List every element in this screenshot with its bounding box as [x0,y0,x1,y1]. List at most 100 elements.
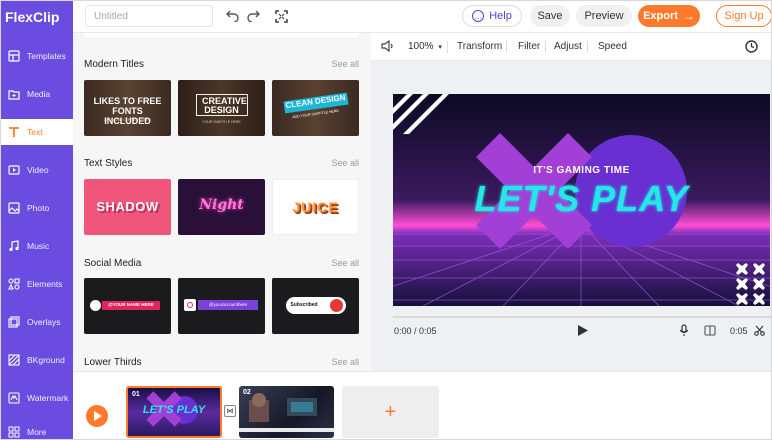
tiktok-icon [90,300,101,311]
help-label: Help [489,10,512,22]
sidebar-item-label: Music [27,241,50,251]
text-templates-panel: Modern Titles See all LIKES TO FREE FONT… [73,33,371,371]
timeline-clip-1[interactable]: 01 LET'S PLAY [126,386,222,438]
see-all-text-styles[interactable]: See all [331,158,359,168]
chevron-down-icon: ▾ [438,44,442,51]
thumb-text: Subscribed [290,302,318,308]
undo-icon[interactable] [223,7,241,25]
sidebar-item-label: Photo [27,203,50,213]
signup-label: Sign Up [724,10,764,22]
redo-icon[interactable] [245,7,263,25]
adjust-button[interactable]: Adjust [554,41,582,52]
template-thumb-modern-2[interactable]: CREATIVE DESIGN YOUR SUBTITLE HERE [178,80,265,136]
video-icon [7,164,20,177]
fullscreen-icon[interactable] [272,7,290,25]
instagram-icon [184,299,196,311]
play-icon[interactable] [577,324,589,339]
speed-button[interactable]: Speed [598,41,627,52]
timeline-play-button[interactable] [86,405,108,427]
sidebar-item-overlays[interactable]: Overlays [1,309,73,335]
transform-button[interactable]: Transform [457,41,502,52]
clip-number: 01 [132,391,140,398]
timeline-clip-2[interactable]: 02 [239,386,334,438]
bell-icon [330,299,343,312]
transition-icon[interactable]: ⋈ [224,405,236,417]
sidebar-item-label: Overlays [27,317,61,327]
overlays-icon [7,316,20,329]
sidebar-item-label: Watermark [27,393,69,403]
sidebar-item-label: Templates [27,51,66,61]
sidebar-item-music[interactable]: Music [1,233,73,259]
sidebar-item-photo[interactable]: Photo [1,195,73,221]
background-icon [7,354,20,367]
export-button[interactable]: Export → [638,5,700,27]
app-window: FlexClip … Help Save Preview Export → Si… [0,0,772,440]
elements-icon [7,278,20,291]
section-title-text-styles: Text Styles [84,158,133,169]
split-icon[interactable] [704,325,716,338]
preview-label: Preview [584,10,624,22]
sidebar-item-elements[interactable]: Elements [1,271,73,297]
template-thumb-modern-3[interactable]: CLEAN DESIGN ADD YOUR SUBTITLE HERE [272,80,359,136]
video-subtitle[interactable]: IT'S GAMING TIME [393,165,770,176]
sidebar-item-more[interactable]: More [1,423,73,439]
thumb-text: SHADOW [96,199,159,214]
volume-icon[interactable] [381,39,395,55]
clip-number: 02 [243,389,251,396]
thumb-text: @youraccounthere [208,302,248,307]
media-icon [7,88,20,101]
sidebar-item-label: BKground [27,355,65,365]
add-clip-button[interactable]: + [342,386,439,438]
help-button[interactable]: … Help [462,5,522,27]
template-thumb-modern-1[interactable]: LIKES TO FREE FONTS INCLUDED ADD YOUR CO… [84,80,171,136]
template-thumb-juice[interactable]: JUICE [272,179,359,235]
video-title[interactable]: LET'S PLAY [393,178,770,220]
thumb-text: Night [199,197,244,213]
play-icon [93,411,102,421]
logo[interactable]: FlexClip [1,1,73,33]
project-title-input[interactable] [85,5,213,27]
clip-thumbnail [239,393,334,432]
preview-button[interactable]: Preview [576,5,632,27]
thumb-subtext: ADD YOUR CONTENT HERE [104,118,151,122]
template-thumb-subscribed[interactable]: Subscribed [272,278,359,334]
video-canvas[interactable]: IT'S GAMING TIME LET'S PLAY [393,94,770,306]
template-thumb-shadow[interactable]: SHADOW [84,179,171,235]
more-icon [7,426,20,439]
photo-icon [7,202,20,215]
help-icon: … [472,10,485,22]
text-icon [7,126,20,139]
see-all-social-media[interactable]: See all [331,258,359,268]
template-thumb-tiktok[interactable]: @YOUR NAME HERE [84,278,171,334]
sidebar-item-text[interactable]: Text [1,119,73,145]
toolbar-divider [587,41,588,53]
zoom-select[interactable]: 100% ▾ [408,41,442,52]
sidebar: Templates Media Text Video Photo Music E… [1,33,73,439]
sidebar-item-bkground[interactable]: BKground [1,347,73,373]
clock-icon[interactable] [745,40,758,56]
signup-button[interactable]: Sign Up [716,5,771,27]
sidebar-item-label: Video [27,165,49,175]
sidebar-item-video[interactable]: Video [1,157,73,183]
section-title-social-media: Social Media [84,258,142,269]
templates-icon [7,50,20,63]
toolbar-divider [447,41,448,53]
thumb-text: CREATIVE DESIGN [202,96,247,115]
sidebar-item-watermark[interactable]: Watermark [1,385,73,411]
logo-text: FlexClip [5,9,60,25]
scrubber-track[interactable] [393,316,771,318]
see-all-modern-titles[interactable]: See all [331,59,359,69]
template-thumb-night[interactable]: Night [178,179,265,235]
scissors-icon[interactable] [754,325,765,338]
panel-scroll-edge [83,33,359,37]
template-thumb-instagram[interactable]: @youraccounthere [178,278,265,334]
save-button[interactable]: Save [530,5,570,27]
see-all-lower-thirds[interactable]: See all [331,357,359,367]
toolbar-divider [506,41,507,53]
microphone-icon[interactable] [679,324,689,339]
filter-button[interactable]: Filter [518,41,540,52]
music-icon [7,240,20,253]
sidebar-item-media[interactable]: Media [1,81,73,107]
sidebar-item-templates[interactable]: Templates [1,43,73,69]
export-label: Export [643,10,678,22]
